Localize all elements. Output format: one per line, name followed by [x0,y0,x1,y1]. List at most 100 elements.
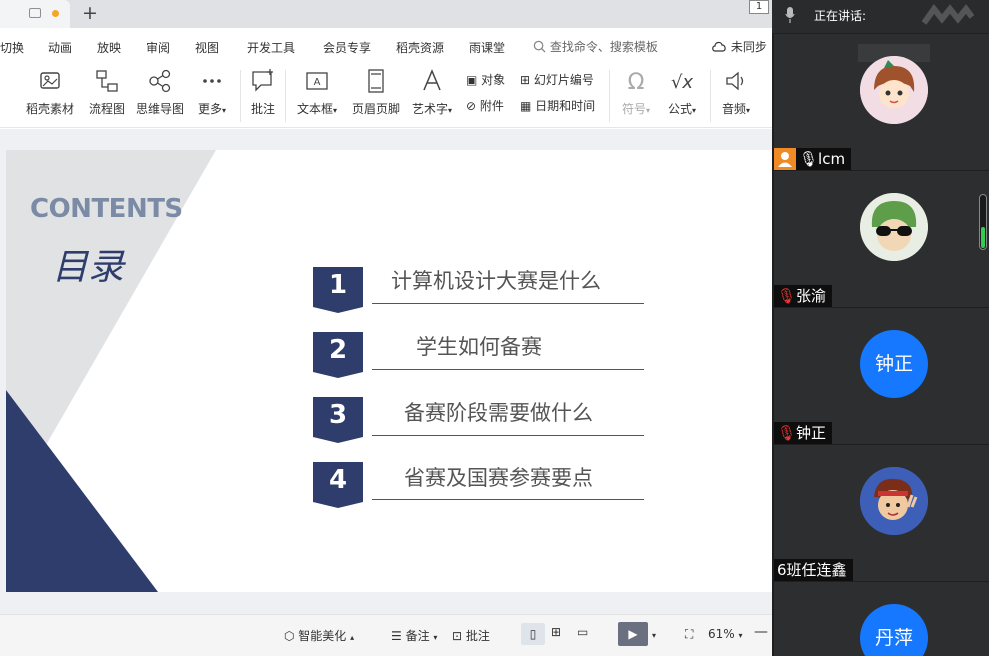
object-icon: ▣ [466,73,482,87]
participant-tile[interactable]: 丹萍 [774,582,989,656]
slide-number-label: 幻灯片编号 [533,73,594,87]
ribbon-separator [710,70,711,122]
docer-material-label: 稻壳素材 [25,102,74,116]
datetime-label: 日期和时间 [535,99,596,113]
slide-sorter-icon[interactable]: ⊞ [551,625,561,639]
mic-muted-icon: 🎙︎ [777,287,797,305]
item-number: 2 [328,335,348,365]
avatar [860,193,928,261]
avatar [860,56,928,124]
menu-slideshow[interactable]: 放映 [97,39,121,56]
fit-window-icon[interactable]: ⛶ [685,627,693,642]
play-slideshow-icon[interactable]: ▶ [618,622,648,646]
formula-button[interactable]: √x 公式▾ [662,68,702,117]
svg-text:A: A [314,77,321,88]
reading-view-icon[interactable]: ▭ [577,625,588,639]
comment-button[interactable]: 批注 [248,68,278,117]
menu-transition[interactable]: 切换 [0,39,24,56]
wordart-icon [423,69,441,91]
microphone-icon [785,7,795,23]
menu-docer[interactable]: 稻壳资源 [396,39,444,56]
item-number: 1 [328,270,348,300]
menu-review[interactable]: 审阅 [146,39,170,56]
sync-label: 未同步 [730,40,767,54]
speaking-label: 正在讲话: [814,9,867,23]
beautify-label: 智能美化 [298,629,347,643]
menu-member[interactable]: 会员专享 [323,39,371,56]
item-text: 学生如何备赛 [416,335,542,359]
sync-status[interactable]: 未同步 [711,38,767,55]
underline [372,303,644,304]
header-footer-button[interactable]: 页眉页脚 [350,68,402,117]
document-tab[interactable] [0,0,70,28]
menu-rain-classroom[interactable]: 雨课堂 [469,39,505,56]
contents-heading: CONTENTS [30,194,183,224]
docer-material-button[interactable]: 稻壳素材 [24,68,76,117]
beautify-icon: ⬡ [284,629,299,643]
page-indicator: 1 [749,0,769,14]
object-button[interactable]: ▣ 对象 [466,71,505,88]
smart-beautify-button[interactable]: ⬡ 智能美化 ▴ [284,627,354,644]
symbol-button[interactable]: Ω 符号▾ [616,68,656,117]
speaker-icon [726,71,744,91]
formula-icon: √x [671,72,693,93]
command-search[interactable]: 查找命令、搜索模板 [533,38,658,55]
participant-tile[interactable]: 6班任连鑫 [774,445,989,581]
participant-name: 6班任连鑫 [777,561,847,579]
attachment-button[interactable]: ⊘ 附件 [466,97,504,114]
statusbar-comment-button[interactable]: ⊡ 批注 [452,627,490,644]
omega-icon: Ω [628,70,645,94]
mic-on-icon: 🎙︎ [799,150,819,168]
notes-button[interactable]: ☰ 备注 ▾ [391,627,437,644]
participant-name-tag: 🎙︎张渝 [774,285,833,307]
item-number: 3 [328,400,348,430]
participant-name: lcm [818,150,846,168]
participant-name-tag: 6班任连鑫 [774,559,853,581]
notes-icon: ☰ [391,629,406,643]
textbox-button[interactable]: A 文本框▾ [292,68,342,117]
participant-name: 钟正 [796,424,827,442]
volume-meter [979,194,987,250]
slide[interactable]: CONTENTS 目录 1 计算机设计大赛是什么 2 学生如何备赛 3 备赛阶段… [6,150,772,592]
datetime-button[interactable]: ▦ 日期和时间 [520,97,595,114]
attachment-label: 附件 [479,99,504,113]
audio-button[interactable]: 音频▾ [716,68,756,117]
underline [372,499,644,500]
notes-label: 备注 [405,629,430,643]
unsaved-dot-icon [52,10,59,17]
mindmap-button[interactable]: 思维导图 [134,68,186,117]
mulu-heading: 目录 [52,247,125,288]
paperclip-icon: ⊘ [466,99,480,113]
menu-view[interactable]: 视图 [195,39,219,56]
new-tab-button[interactable]: + [80,1,100,25]
underline [372,369,644,370]
mic-muted-icon: 🎙︎ [777,424,797,442]
avatar: 丹萍 [860,604,928,656]
avatar-initials: 钟正 [874,353,913,375]
ribbon-toolbar: 稻壳素材 流程图 思维导图 更多▾ 批注 A 文本框▾ 页眉页脚 艺术字▾ ▣ … [0,62,772,128]
slide-number-button[interactable]: ⊞ 幻灯片编号 [520,71,594,88]
flowchart-button[interactable]: 流程图 [86,68,128,117]
play-options-chevron-icon[interactable]: ▾ [652,631,656,640]
mindmap-icon [149,69,171,93]
menu-bar: 切换 动画 放映 审阅 视图 开发工具 会员专享 稻壳资源 雨课堂 查找命令、搜… [0,28,772,62]
participant-tile[interactable]: 钟正 🎙︎钟正 [774,308,989,444]
host-person-icon [774,148,796,170]
normal-view-icon[interactable]: ▯ [521,623,545,645]
search-icon [533,40,546,53]
tab-bar: + 1 [0,0,772,28]
wordart-button[interactable]: 艺术字▾ [408,68,456,117]
participant-tile[interactable]: 🎙︎张渝 [774,171,989,307]
more-button[interactable]: 更多▾ [192,68,232,117]
participant-tile[interactable]: 🎙︎lcm [774,34,989,170]
zoom-out-button[interactable]: — [754,624,768,640]
participant-name-tag: 🎙︎lcm [774,148,852,170]
menu-developer[interactable]: 开发工具 [247,39,295,56]
avatar-initials: 丹萍 [874,627,913,649]
item-text: 省赛及国赛参赛要点 [404,466,593,490]
zoom-level[interactable]: 61% ▾ [708,627,743,641]
presentation-icon [29,8,41,18]
calendar-icon: ▦ [520,99,536,113]
menu-animation[interactable]: 动画 [48,39,72,56]
header-footer-label: 页眉页脚 [351,102,400,116]
